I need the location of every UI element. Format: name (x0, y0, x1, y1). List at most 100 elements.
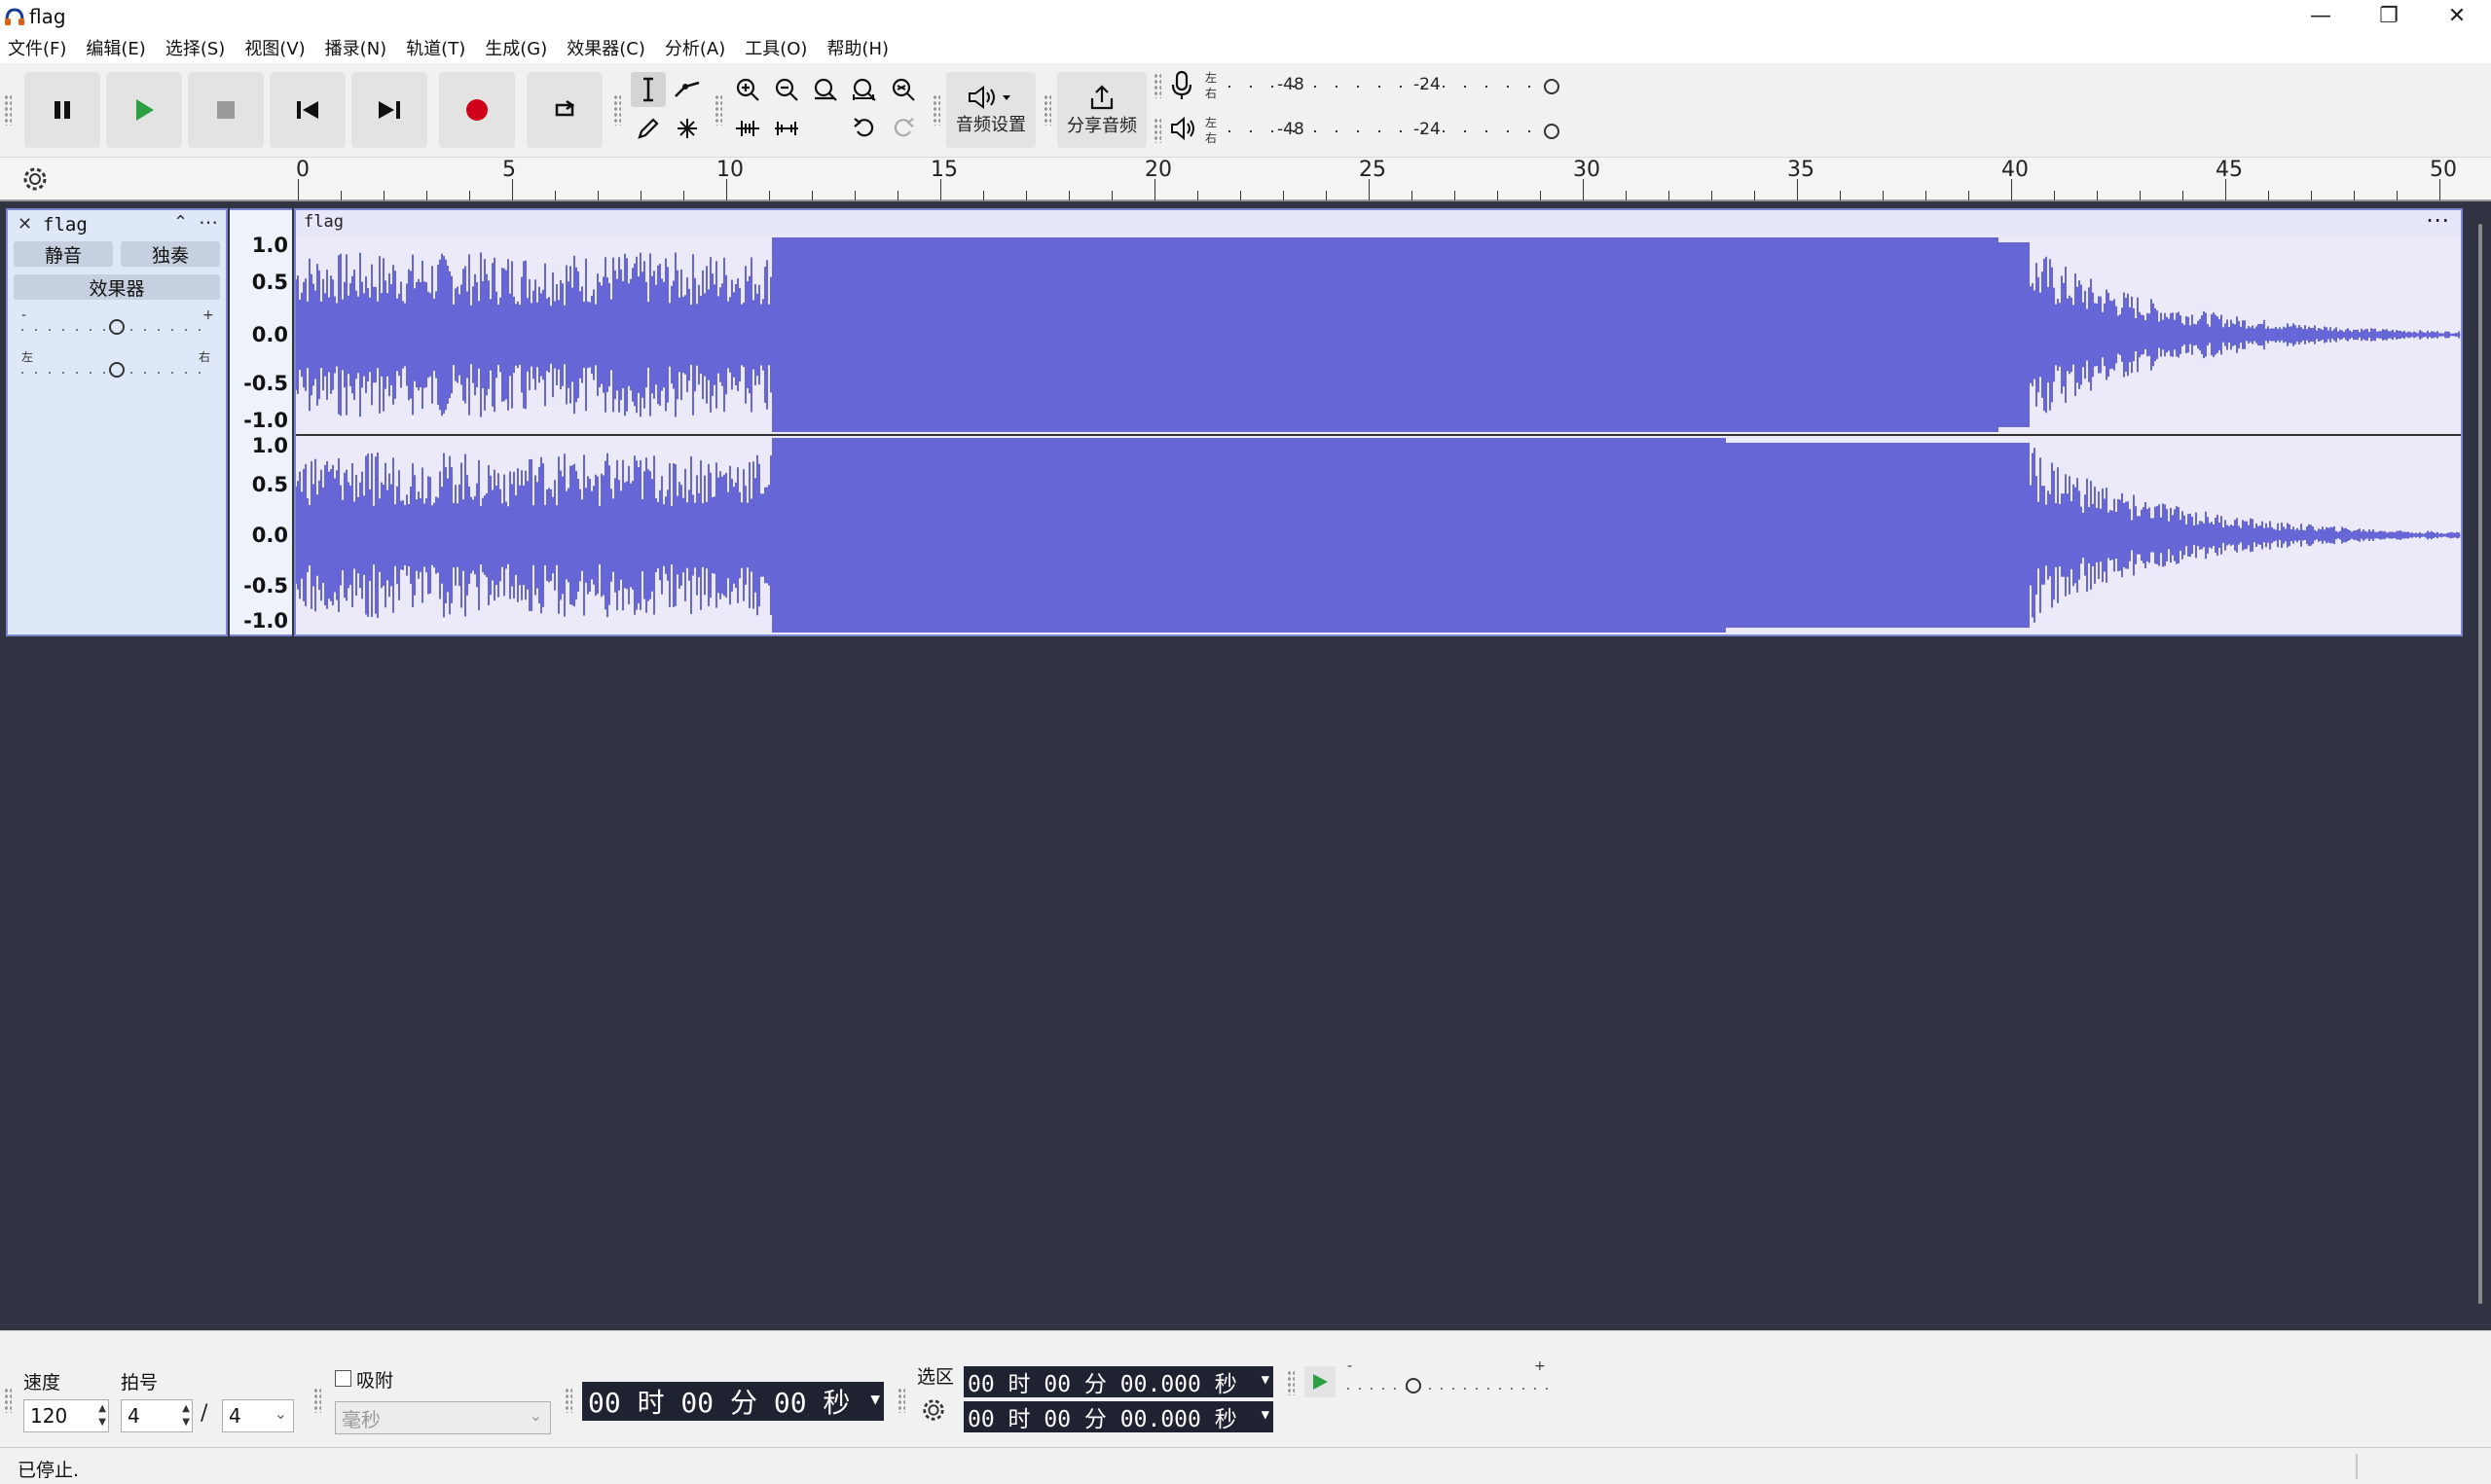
timeline-ruler[interactable]: 0 5 10 15 20 25 30 35 40 45 50 (0, 158, 2491, 201)
loop-button[interactable] (527, 72, 603, 148)
track-menu-icon[interactable]: ⋯ (199, 210, 218, 234)
time-signature-denominator[interactable]: 4 ⌄ (222, 1399, 294, 1432)
record-button[interactable] (439, 72, 515, 148)
toolbar-grip[interactable] (1154, 118, 1161, 143)
tempo-input[interactable]: 120 ▲ ▼ (23, 1399, 109, 1432)
minimize-button[interactable]: — (2287, 0, 2355, 32)
toolbar-grip[interactable] (897, 1388, 905, 1413)
stop-button[interactable] (188, 72, 264, 148)
ruler-tick-mark (1797, 179, 1798, 200)
ruler-tick-mark (1197, 191, 1198, 200)
time-format-dropdown-icon[interactable]: ▼ (1262, 1372, 1269, 1388)
multi-tool-button[interactable] (670, 111, 705, 146)
menu-tracks[interactable]: 轨道(T) (406, 35, 465, 60)
toolbar-grip[interactable] (714, 94, 722, 126)
time-display[interactable]: 00 时 00 分 00 秒 ▼ (582, 1382, 884, 1421)
time-signature-numerator[interactable]: 4 ▲ ▼ (121, 1399, 193, 1432)
playback-meter-button[interactable] (1168, 114, 1197, 149)
selection-settings-button[interactable] (921, 1397, 946, 1427)
timesig-den-value: 4 (229, 1404, 241, 1428)
playback-speed-track[interactable] (1347, 1388, 1548, 1390)
menu-select[interactable]: 选择(S) (165, 35, 225, 60)
share-audio-button[interactable]: 分享音频 (1057, 72, 1147, 148)
menu-tools[interactable]: 工具(O) (745, 35, 807, 60)
solo-button[interactable]: 独奏 (121, 241, 220, 267)
playback-speed-handle[interactable] (1406, 1378, 1421, 1394)
track-name[interactable]: flag (43, 214, 88, 235)
spinner-arrows-icon[interactable]: ▲ ▼ (98, 1402, 106, 1430)
envelope-tool-button[interactable] (670, 72, 705, 107)
mute-button[interactable]: 静音 (14, 241, 113, 267)
toolbar-grip[interactable] (933, 94, 940, 126)
close-track-icon[interactable]: ✕ (18, 214, 32, 235)
pause-button[interactable] (24, 72, 100, 148)
toolbar-grip[interactable] (1044, 94, 1051, 126)
toolbar-grip[interactable] (1287, 1370, 1295, 1395)
toolbar-grip[interactable] (613, 94, 621, 126)
meter-slider-handle[interactable] (1544, 124, 1559, 139)
selection-end-display[interactable]: 00 时 00 分 00.000 秒 ▼ (964, 1401, 1273, 1432)
menu-transport[interactable]: 播录(N) (325, 35, 387, 60)
toolbar-grip[interactable] (4, 1388, 12, 1413)
maximize-button[interactable]: ❐ (2355, 0, 2423, 32)
timeline-settings-button[interactable] (21, 165, 49, 197)
ruler-tick-mark (1411, 191, 1412, 200)
menu-file[interactable]: 文件(F) (8, 35, 66, 60)
menu-analyze[interactable]: 分析(A) (665, 35, 725, 60)
toolbar-grip[interactable] (4, 94, 12, 126)
toolbar-grip[interactable] (313, 1388, 321, 1413)
ruler-tick-mark (2140, 191, 2141, 200)
trim-button[interactable] (730, 111, 765, 146)
amplitude-scale[interactable]: 1.0 0.5 0.0 -0.5 -1.0 1.0 0.5 0.0 -0.5 -… (230, 208, 292, 636)
menu-edit[interactable]: 编辑(E) (86, 35, 145, 60)
gain-slider-handle[interactable] (109, 319, 125, 335)
toolbar-grip[interactable] (1154, 73, 1161, 98)
clip-menu-icon[interactable]: ⋯ (2426, 206, 2449, 234)
collapse-track-icon[interactable]: ⌃ (173, 212, 188, 233)
play-at-speed-button[interactable] (1304, 1366, 1336, 1397)
snap-unit-select[interactable]: 毫秒 ⌄ (335, 1401, 551, 1434)
snap-checkbox[interactable] (335, 1370, 351, 1387)
chevron-down-icon[interactable]: ⌄ (530, 1406, 542, 1425)
menu-effect[interactable]: 效果器(C) (567, 35, 645, 60)
toolbar-grip[interactable] (565, 1388, 572, 1413)
scale-label: -1.0 (243, 409, 288, 432)
audio-setup-button[interactable]: 音频设置 (946, 72, 1036, 148)
menu-view[interactable]: 视图(V) (244, 35, 305, 60)
record-meter-button[interactable] (1168, 69, 1197, 104)
undo-button[interactable] (847, 111, 882, 146)
chevron-down-icon[interactable]: ⌄ (275, 1404, 287, 1423)
selection-start-display[interactable]: 00 时 00 分 00.000 秒 ▼ (964, 1366, 1273, 1397)
time-format-dropdown-icon[interactable]: ▼ (870, 1390, 880, 1408)
zoom-out-button[interactable] (769, 72, 804, 107)
clip-header[interactable]: flag ⋯ (296, 206, 2461, 235)
effects-button[interactable]: 效果器 (14, 274, 220, 300)
skip-end-button[interactable] (351, 72, 427, 148)
track-control-panel[interactable]: ✕ flag ⌃ ⋯ 静音 独奏 效果器 - + 左 右 (6, 208, 228, 636)
record-meter[interactable]: 左 右 -48 -24 (1205, 69, 1567, 104)
play-button[interactable] (106, 72, 182, 148)
zoom-in-button[interactable] (730, 72, 765, 107)
fit-selection-button[interactable] (808, 72, 843, 107)
share-icon (1090, 85, 1114, 110)
menu-generate[interactable]: 生成(G) (485, 35, 547, 60)
vertical-scrollbar[interactable] (2478, 224, 2482, 1304)
select-tool-button[interactable] (631, 72, 666, 107)
close-button[interactable]: ✕ (2423, 0, 2491, 32)
waveform[interactable] (296, 235, 2461, 634)
playback-meter[interactable]: 左 右 -48 -24 (1205, 114, 1567, 149)
pan-slider-handle[interactable] (109, 362, 125, 378)
menu-help[interactable]: 帮助(H) (826, 35, 889, 60)
silence-button[interactable] (769, 111, 804, 146)
ruler-tick-mark (555, 191, 556, 200)
fit-project-button[interactable] (847, 72, 882, 107)
meter-slider-handle[interactable] (1544, 79, 1559, 94)
spinner-arrows-icon[interactable]: ▲ ▼ (182, 1402, 190, 1430)
audio-clip[interactable]: flag ⋯ (294, 206, 2463, 636)
clip-name[interactable]: flag (304, 212, 344, 232)
draw-tool-button[interactable] (631, 111, 666, 146)
time-format-dropdown-icon[interactable]: ▼ (1262, 1407, 1269, 1423)
skip-start-button[interactable] (270, 72, 346, 148)
redo-button[interactable] (886, 111, 921, 146)
zoom-toggle-button[interactable] (886, 72, 921, 107)
